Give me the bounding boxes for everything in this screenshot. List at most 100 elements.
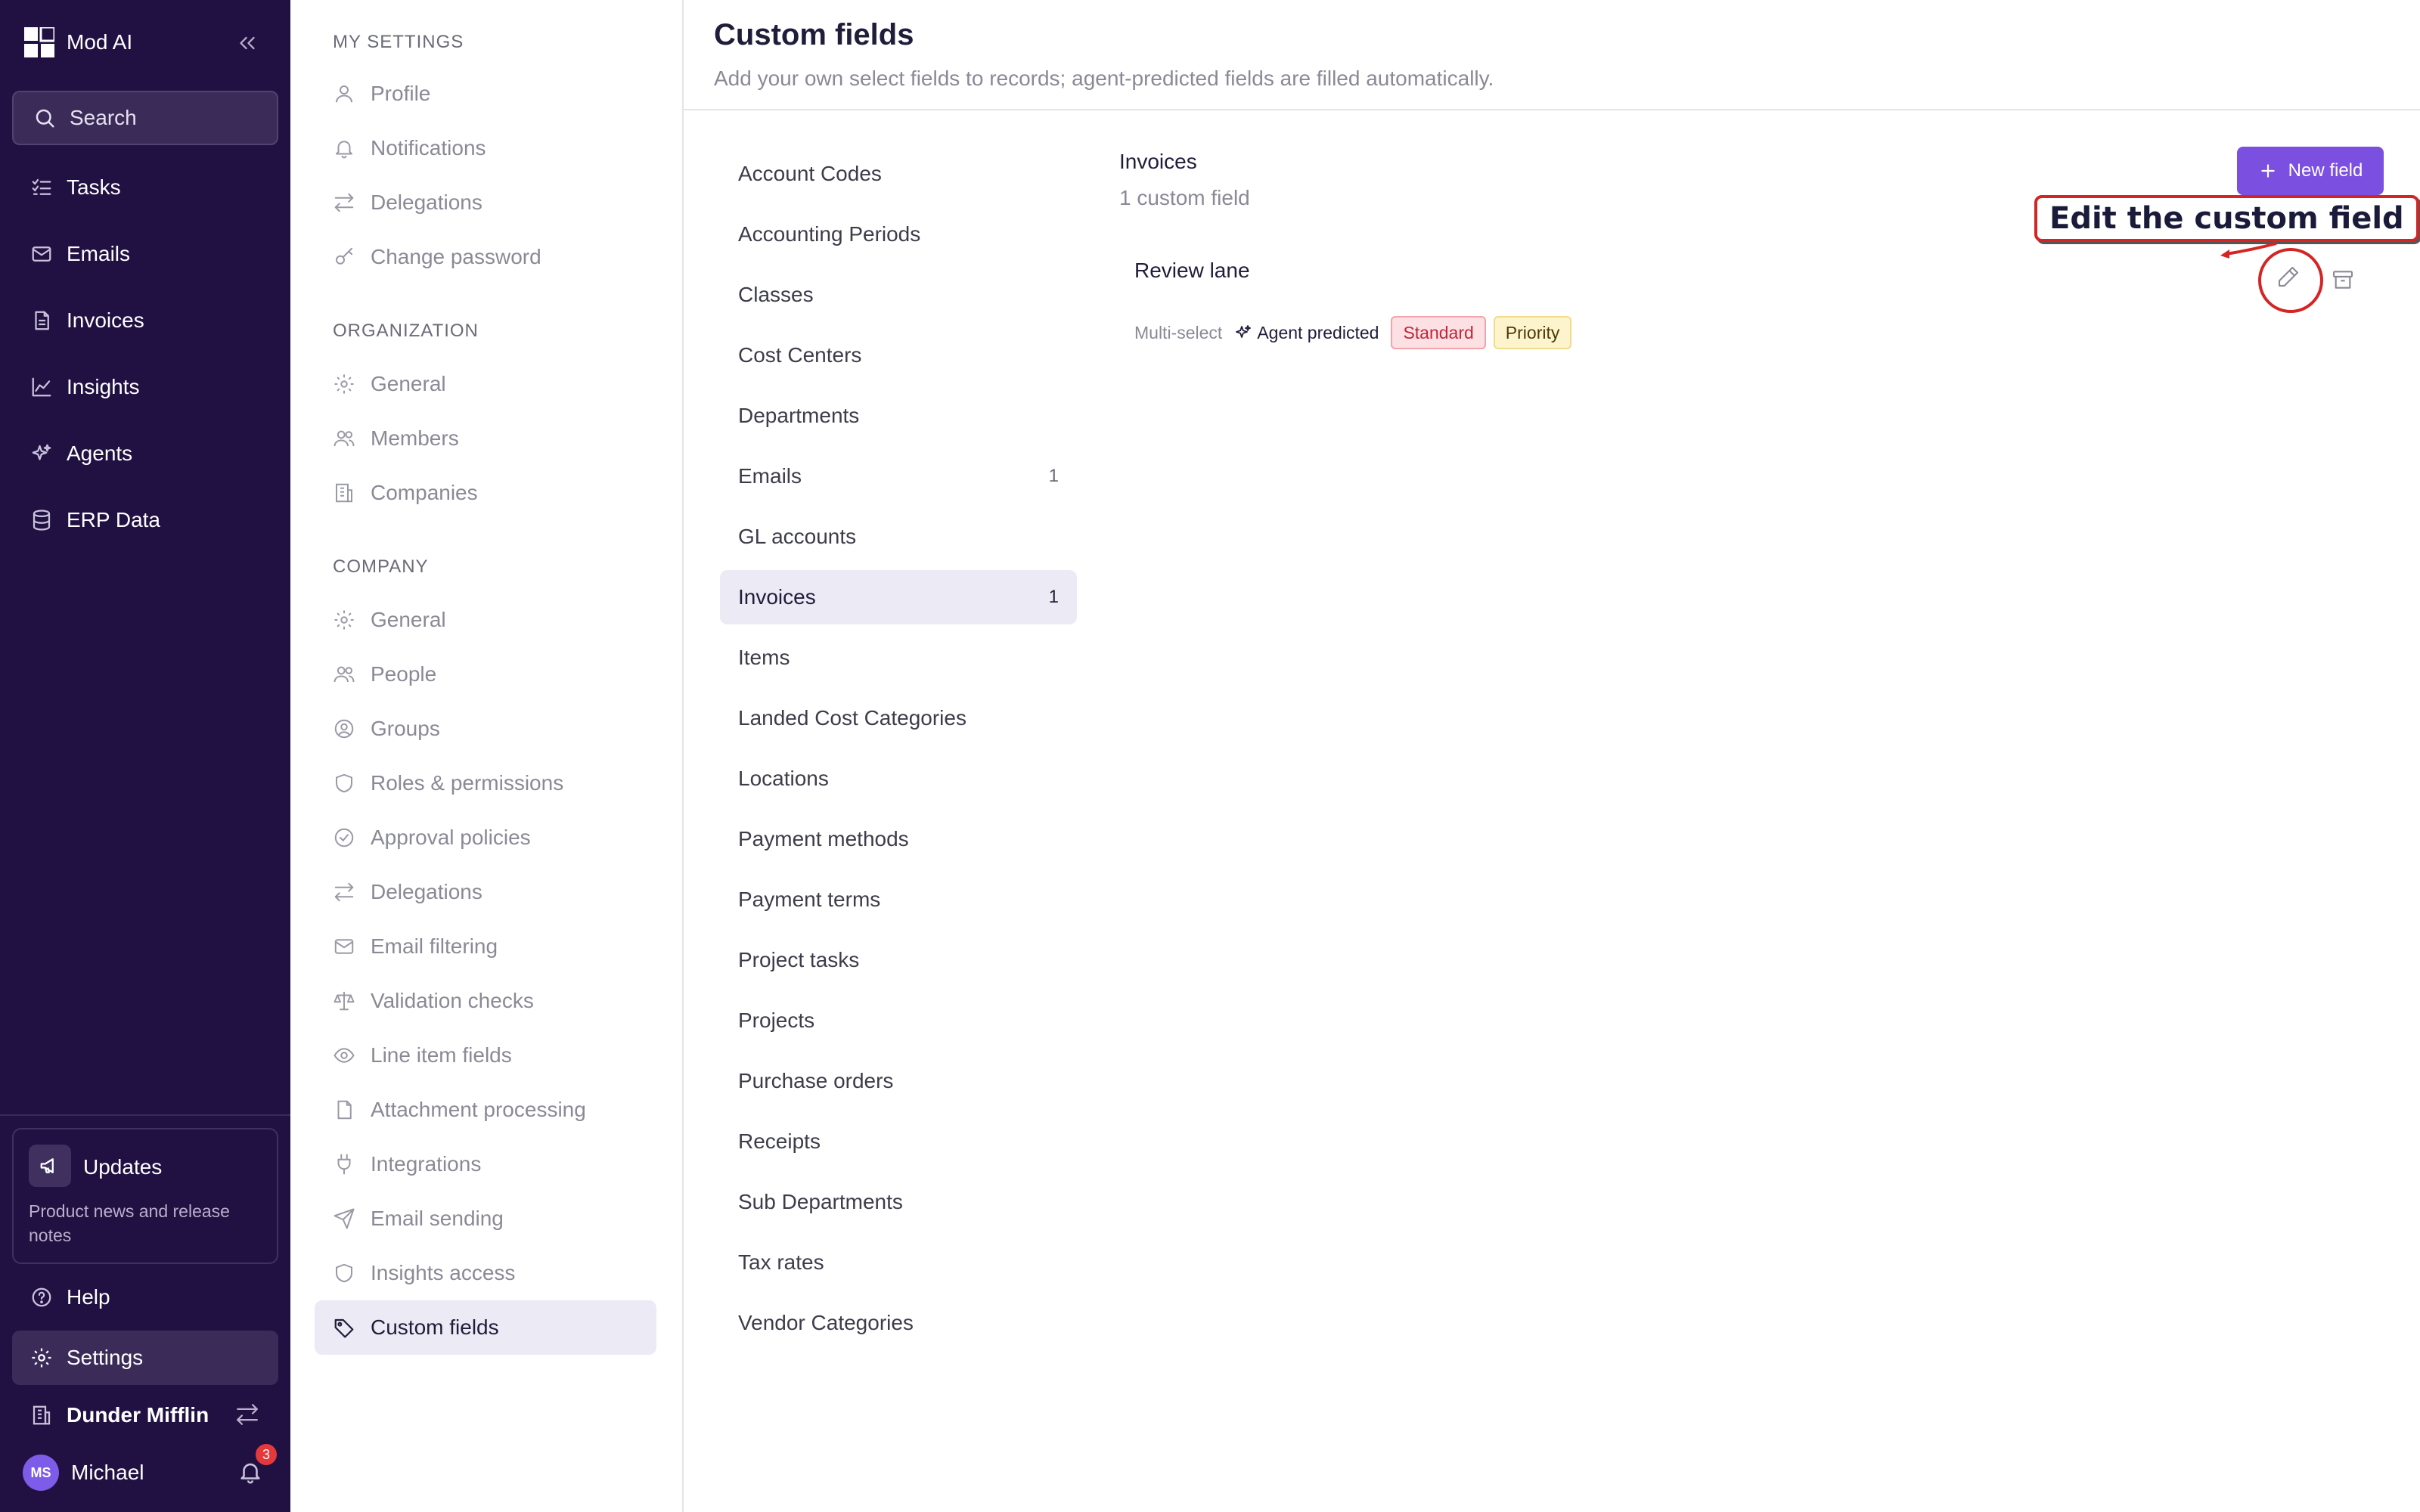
user-menu[interactable]: MS Michael (23, 1455, 144, 1491)
category-item-tax-rates[interactable]: Tax rates (720, 1235, 1077, 1290)
menu-item-attachment-processing[interactable]: Attachment processing (315, 1083, 656, 1137)
category-item-projects[interactable]: Projects (720, 993, 1077, 1048)
category-label: Purchase orders (738, 1069, 894, 1092)
menu-item-company-general[interactable]: General (315, 593, 656, 647)
gear-icon (333, 373, 355, 395)
category-label: Accounting Periods (738, 222, 921, 246)
app-sidebar: Mod AI Search Tasks Emails Invoices Insi… (0, 0, 290, 1512)
menu-item-delegations[interactable]: Delegations (315, 175, 656, 230)
menu-item-email-filtering[interactable]: Email filtering (315, 919, 656, 974)
menu-item-integrations[interactable]: Integrations (315, 1137, 656, 1191)
page-subtitle: Add your own select fields to records; a… (714, 67, 1494, 90)
menu-item-approval-policies[interactable]: Approval policies (315, 810, 656, 865)
menu-item-label: Change password (371, 245, 541, 268)
menu-item-company-delegations[interactable]: Delegations (315, 865, 656, 919)
menu-item-insights-access[interactable]: Insights access (315, 1246, 656, 1300)
category-item-payment-methods[interactable]: Payment methods (720, 812, 1077, 866)
category-label: Payment methods (738, 827, 909, 850)
category-item-payment-terms[interactable]: Payment terms (720, 872, 1077, 927)
category-item-landed-cost-categories[interactable]: Landed Cost Categories (720, 691, 1077, 745)
category-item-accounting-periods[interactable]: Accounting Periods (720, 207, 1077, 262)
chart-icon (30, 376, 53, 398)
category-item-classes[interactable]: Classes (720, 268, 1077, 322)
new-field-button[interactable]: New field (2237, 147, 2384, 195)
search-button[interactable]: Search (12, 91, 278, 145)
category-item-items[interactable]: Items (720, 631, 1077, 685)
file-icon (333, 1098, 355, 1121)
bell-icon (333, 137, 355, 160)
category-label: Payment terms (738, 888, 881, 911)
category-item-invoices[interactable]: Invoices 1 (720, 570, 1077, 624)
menu-item-change-password[interactable]: Change password (315, 230, 656, 284)
building-icon (30, 1404, 53, 1427)
custom-field-name: Review lane (1134, 259, 1250, 282)
nav-item-agents[interactable]: Agents (12, 426, 278, 481)
category-item-project-tasks[interactable]: Project tasks (720, 933, 1077, 987)
menu-item-companies[interactable]: Companies (315, 466, 656, 520)
brand[interactable]: Mod AI (24, 26, 132, 59)
menu-item-label: General (371, 372, 446, 395)
agent-predicted-badge: Agent predicted (1234, 323, 1379, 343)
nav-item-erp-data[interactable]: ERP Data (12, 493, 278, 547)
menu-item-members[interactable]: Members (315, 411, 656, 466)
menu-item-label: Delegations (371, 191, 482, 214)
category-item-vendor-categories[interactable]: Vendor Categories (720, 1296, 1077, 1350)
nav-item-invoices[interactable]: Invoices (12, 293, 278, 348)
menu-item-org-general[interactable]: General (315, 357, 656, 411)
sparkles-icon (30, 442, 53, 465)
page-title: Custom fields (714, 18, 914, 51)
nav-item-help[interactable]: Help (12, 1270, 278, 1325)
category-item-cost-centers[interactable]: Cost Centers (720, 328, 1077, 383)
category-item-departments[interactable]: Departments (720, 389, 1077, 443)
notifications-button[interactable]: 3 (237, 1442, 278, 1486)
tasks-icon (30, 176, 53, 199)
category-item-sub-departments[interactable]: Sub Departments (720, 1175, 1077, 1229)
shield-icon (333, 1262, 355, 1284)
menu-item-custom-fields[interactable]: Custom fields (315, 1300, 656, 1355)
updates-title: Updates (83, 1155, 163, 1179)
menu-item-validation-checks[interactable]: Validation checks (315, 974, 656, 1028)
user-icon (333, 82, 355, 105)
avatar: MS (23, 1455, 59, 1491)
collapse-sidebar-button[interactable] (234, 30, 260, 56)
menu-item-notifications[interactable]: Notifications (315, 121, 656, 175)
updates-card[interactable]: Updates Product news and release notes (12, 1128, 278, 1264)
nav-item-settings[interactable]: Settings (12, 1331, 278, 1385)
menu-item-profile[interactable]: Profile (315, 67, 656, 121)
category-item-locations[interactable]: Locations (720, 751, 1077, 806)
tag-icon (333, 1316, 355, 1339)
category-item-gl-accounts[interactable]: GL accounts (720, 510, 1077, 564)
nav-label: Help (67, 1285, 110, 1309)
scale-icon (333, 990, 355, 1012)
category-item-purchase-orders[interactable]: Purchase orders (720, 1054, 1077, 1108)
nav-label: Agents (67, 442, 133, 465)
send-icon (333, 1207, 355, 1230)
menu-item-label: Profile (371, 82, 431, 105)
nav-item-insights[interactable]: Insights (12, 360, 278, 414)
category-label: Landed Cost Categories (738, 706, 966, 730)
menu-item-roles-permissions[interactable]: Roles & permissions (315, 756, 656, 810)
menu-item-label: Insights access (371, 1261, 516, 1284)
mail-icon (333, 935, 355, 958)
swap-icon (333, 191, 355, 214)
nav-label: ERP Data (67, 508, 160, 531)
key-icon (333, 246, 355, 268)
menu-item-groups[interactable]: Groups (315, 702, 656, 756)
category-item-account-codes[interactable]: Account Codes (720, 147, 1077, 201)
new-field-label: New field (2288, 160, 2363, 181)
category-item-emails[interactable]: Emails 1 (720, 449, 1077, 503)
archive-field-button[interactable] (2328, 265, 2358, 295)
user-name: Michael (71, 1461, 144, 1484)
menu-item-people[interactable]: People (315, 647, 656, 702)
category-label: Vendor Categories (738, 1311, 914, 1334)
menu-item-line-item-fields[interactable]: Line item fields (315, 1028, 656, 1083)
category-label: Sub Departments (738, 1190, 903, 1213)
nav-item-emails[interactable]: Emails (12, 227, 278, 281)
menu-item-email-sending[interactable]: Email sending (315, 1191, 656, 1246)
nav-item-tasks[interactable]: Tasks (12, 160, 278, 215)
category-item-receipts[interactable]: Receipts (720, 1114, 1077, 1169)
annotation-circle (2258, 248, 2323, 313)
category-label: Tax rates (738, 1250, 824, 1274)
switch-org-icon[interactable] (234, 1402, 260, 1427)
field-type: Multi-select (1134, 322, 1223, 342)
